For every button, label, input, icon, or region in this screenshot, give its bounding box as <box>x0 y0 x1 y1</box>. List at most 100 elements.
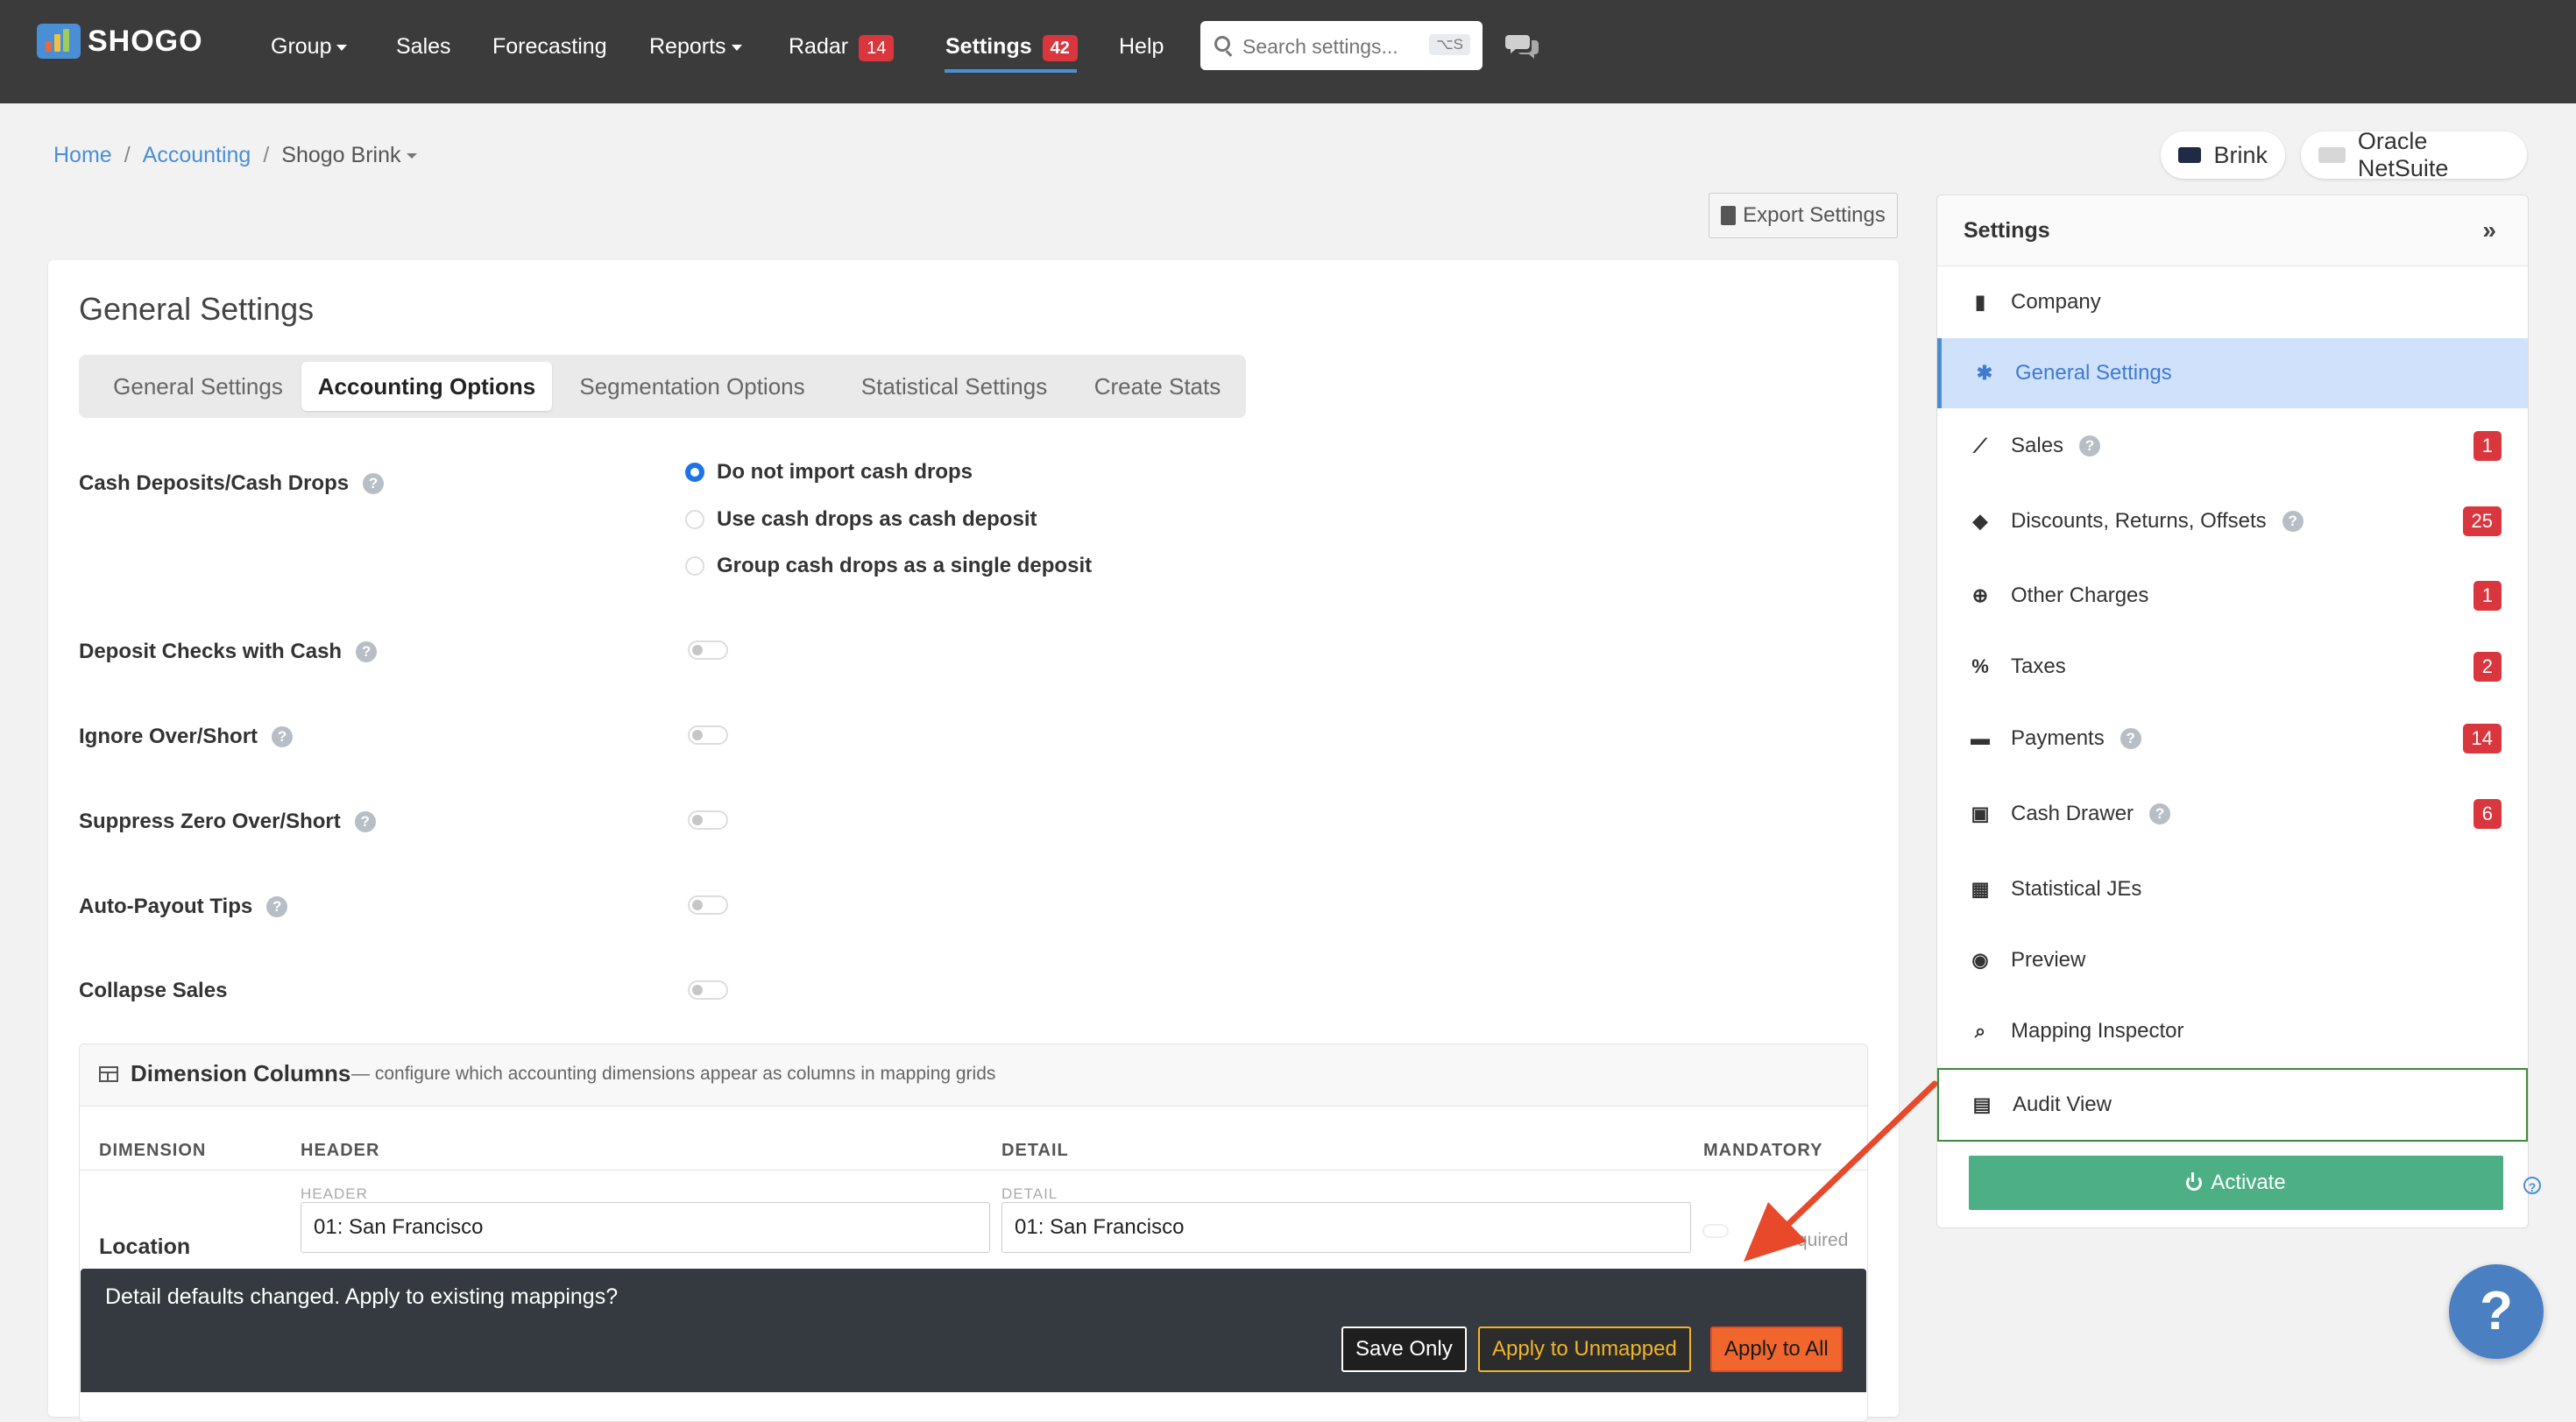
help-question-icon[interactable]: ? <box>356 641 378 662</box>
sidebar-item-taxes[interactable]: % Taxes 2 <box>1937 632 2528 702</box>
help-question-icon[interactable]: ? <box>266 896 288 917</box>
auto-payout-toggle[interactable] <box>688 895 728 915</box>
help-question-icon[interactable]: ? <box>354 811 376 832</box>
location-detail-input[interactable] <box>1001 1202 1691 1253</box>
nav-forecasting[interactable]: Forecasting <box>492 32 607 61</box>
nav-reports-label: Reports <box>649 34 726 59</box>
breadcrumb-accounting[interactable]: Accounting <box>143 143 251 167</box>
breadcrumb-home[interactable]: Home <box>53 143 112 167</box>
deposit-checks-text: Deposit Checks with Cash <box>79 640 343 663</box>
tab-general-settings[interactable]: General Settings <box>95 362 301 411</box>
auto-payout-text: Auto-Payout Tips <box>79 895 253 918</box>
sidebar-item-audit-view[interactable]: ▤ Audit View <box>1937 1068 2528 1142</box>
logo-text: SHOGO <box>88 24 203 58</box>
location-header-input[interactable] <box>301 1202 990 1253</box>
eye-icon: ◉ <box>1971 949 1989 971</box>
sidebar-item-label: Statistical JEs <box>2011 877 2142 901</box>
nav-group[interactable]: Group <box>271 32 348 61</box>
tab-segmentation-options[interactable]: Segmentation Options <box>558 362 826 411</box>
nav-help[interactable]: Help <box>1119 32 1164 61</box>
col-header-header: HEADER <box>301 1141 380 1160</box>
radio-group-single-deposit[interactable]: Group cash drops as a single deposit <box>685 554 1092 578</box>
settings-count-badge: 42 <box>1042 35 1078 61</box>
tab-accounting-options[interactable]: Accounting Options <box>301 362 552 411</box>
caret-down-icon <box>406 153 417 159</box>
sidebar-item-label: Taxes <box>2011 654 2066 678</box>
toast-message: Detail defaults changed. Apply to existi… <box>105 1284 619 1309</box>
gear-icon: ✱ <box>1976 362 1993 384</box>
apply-to-unmapped-button[interactable]: Apply to Unmapped <box>1478 1326 1691 1372</box>
collapse-sidebar-icon[interactable]: » <box>2482 216 2496 244</box>
sidebar-item-discounts[interactable]: ◆ Discounts, Returns, Offsets? 25 <box>1937 486 2528 556</box>
search-shortcut: ⌥S <box>1429 34 1470 55</box>
nav-settings-label: Settings <box>945 34 1032 59</box>
sidebar-item-label: Other Charges <box>2011 584 2149 607</box>
apply-to-all-button[interactable]: Apply to All <box>1710 1326 1843 1372</box>
logo-chart-icon <box>37 24 81 59</box>
sidebar-item-payments[interactable]: ▬ Payments? 14 <box>1937 704 2528 774</box>
radio-selected-icon <box>685 463 704 482</box>
credit-card-icon: ▬ <box>1971 727 1990 749</box>
radar-count-badge: 14 <box>859 35 895 61</box>
save-only-button[interactable]: Save Only <box>1341 1326 1467 1372</box>
sidebar-item-other-charges[interactable]: ⊕ Other Charges 1 <box>1937 561 2528 631</box>
sidebar-header: Settings » <box>1937 195 2528 266</box>
settings-search-input[interactable] <box>1241 28 1428 65</box>
radio-unselected-icon <box>685 510 704 529</box>
help-question-icon[interactable]: ? <box>363 473 385 494</box>
mandatory-toggle[interactable] <box>1702 1224 1729 1238</box>
mandatory-required-text: quired <box>1797 1230 1849 1250</box>
suppress-zero-toggle[interactable] <box>688 810 728 830</box>
radio-use-as-deposit[interactable]: Use cash drops as cash deposit <box>685 507 1037 532</box>
collapse-sales-toggle[interactable] <box>688 980 728 1000</box>
tab-create-stats[interactable]: Create Stats <box>1082 362 1233 411</box>
sidebar-item-mapping-inspector[interactable]: ⌕ Mapping Inspector <box>1937 996 2528 1066</box>
line-chart-icon: ⟋ <box>1973 435 1987 456</box>
activate-button[interactable]: Activate <box>1969 1156 2503 1210</box>
sidebar-item-preview[interactable]: ◉ Preview <box>1937 925 2528 995</box>
breadcrumb-separator: / <box>263 143 270 167</box>
sidebar-item-label: Mapping Inspector <box>2011 1019 2184 1043</box>
count-badge: 1 <box>2473 581 2502 611</box>
sidebar-item-general-settings[interactable]: ✱ General Settings <box>1937 338 2528 408</box>
nav-radar[interactable]: Radar 14 <box>789 32 895 61</box>
nav-group-label: Group <box>271 34 332 59</box>
sidebar-item-statistical-jes[interactable]: ▦ Statistical JEs <box>1937 854 2528 924</box>
help-question-icon[interactable]: ? <box>2149 803 2171 824</box>
ignore-over-short-text: Ignore Over/Short <box>79 725 258 748</box>
export-settings-label: Export Settings <box>1743 203 1886 227</box>
nav-sales[interactable]: Sales <box>396 32 451 61</box>
help-question-icon[interactable]: ? <box>2282 511 2304 532</box>
ignore-over-short-label: Ignore Over/Short? <box>79 725 294 749</box>
sidebar-item-sales[interactable]: ⟋ Sales? 1 <box>1937 411 2528 481</box>
search-icon: ⌕ <box>1974 1020 1986 1042</box>
help-question-icon[interactable]: ? <box>2120 728 2141 749</box>
nav-settings[interactable]: Settings 42 <box>945 32 1078 61</box>
help-question-icon[interactable]: ? <box>272 726 294 747</box>
nav-reports[interactable]: Reports <box>649 32 742 61</box>
breadcrumb-current[interactable]: Shogo Brink <box>281 143 417 167</box>
sidebar-item-company[interactable]: ▮ Company <box>1937 267 2528 337</box>
search-icon <box>1214 36 1230 52</box>
sidebar-item-cash-drawer[interactable]: ▣ Cash Drawer? 6 <box>1937 779 2528 849</box>
detail-field-caption: DETAIL <box>1001 1185 1058 1202</box>
auto-payout-label: Auto-Payout Tips? <box>79 895 288 919</box>
tab-statistical-settings[interactable]: Statistical Settings <box>832 362 1077 411</box>
deposit-checks-toggle[interactable] <box>688 640 728 660</box>
chat-icon[interactable] <box>1505 32 1540 60</box>
help-question-icon[interactable]: ? <box>2523 1177 2541 1194</box>
col-header-dimension: DIMENSION <box>99 1141 207 1160</box>
pos-integration-chip[interactable]: Brink <box>2161 131 2285 179</box>
radio-do-not-import[interactable]: Do not import cash drops <box>685 460 973 485</box>
top-navbar: SHOGO Group Sales Forecasting Reports Ra… <box>0 0 2576 103</box>
settings-search[interactable]: ⌥S <box>1200 21 1483 70</box>
power-icon <box>2186 1172 2203 1191</box>
help-question-icon[interactable]: ? <box>2079 435 2101 456</box>
export-settings-button[interactable]: Export Settings <box>1709 193 1898 238</box>
caret-down-icon <box>336 44 348 51</box>
sidebar-item-label: Cash Drawer? <box>2011 802 2171 826</box>
help-fab-button[interactable]: ? <box>2449 1264 2544 1359</box>
ignore-over-short-toggle[interactable] <box>688 725 728 745</box>
shogo-logo[interactable]: SHOGO <box>37 21 203 61</box>
erp-integration-chip[interactable]: Oracle NetSuite <box>2301 128 2527 181</box>
